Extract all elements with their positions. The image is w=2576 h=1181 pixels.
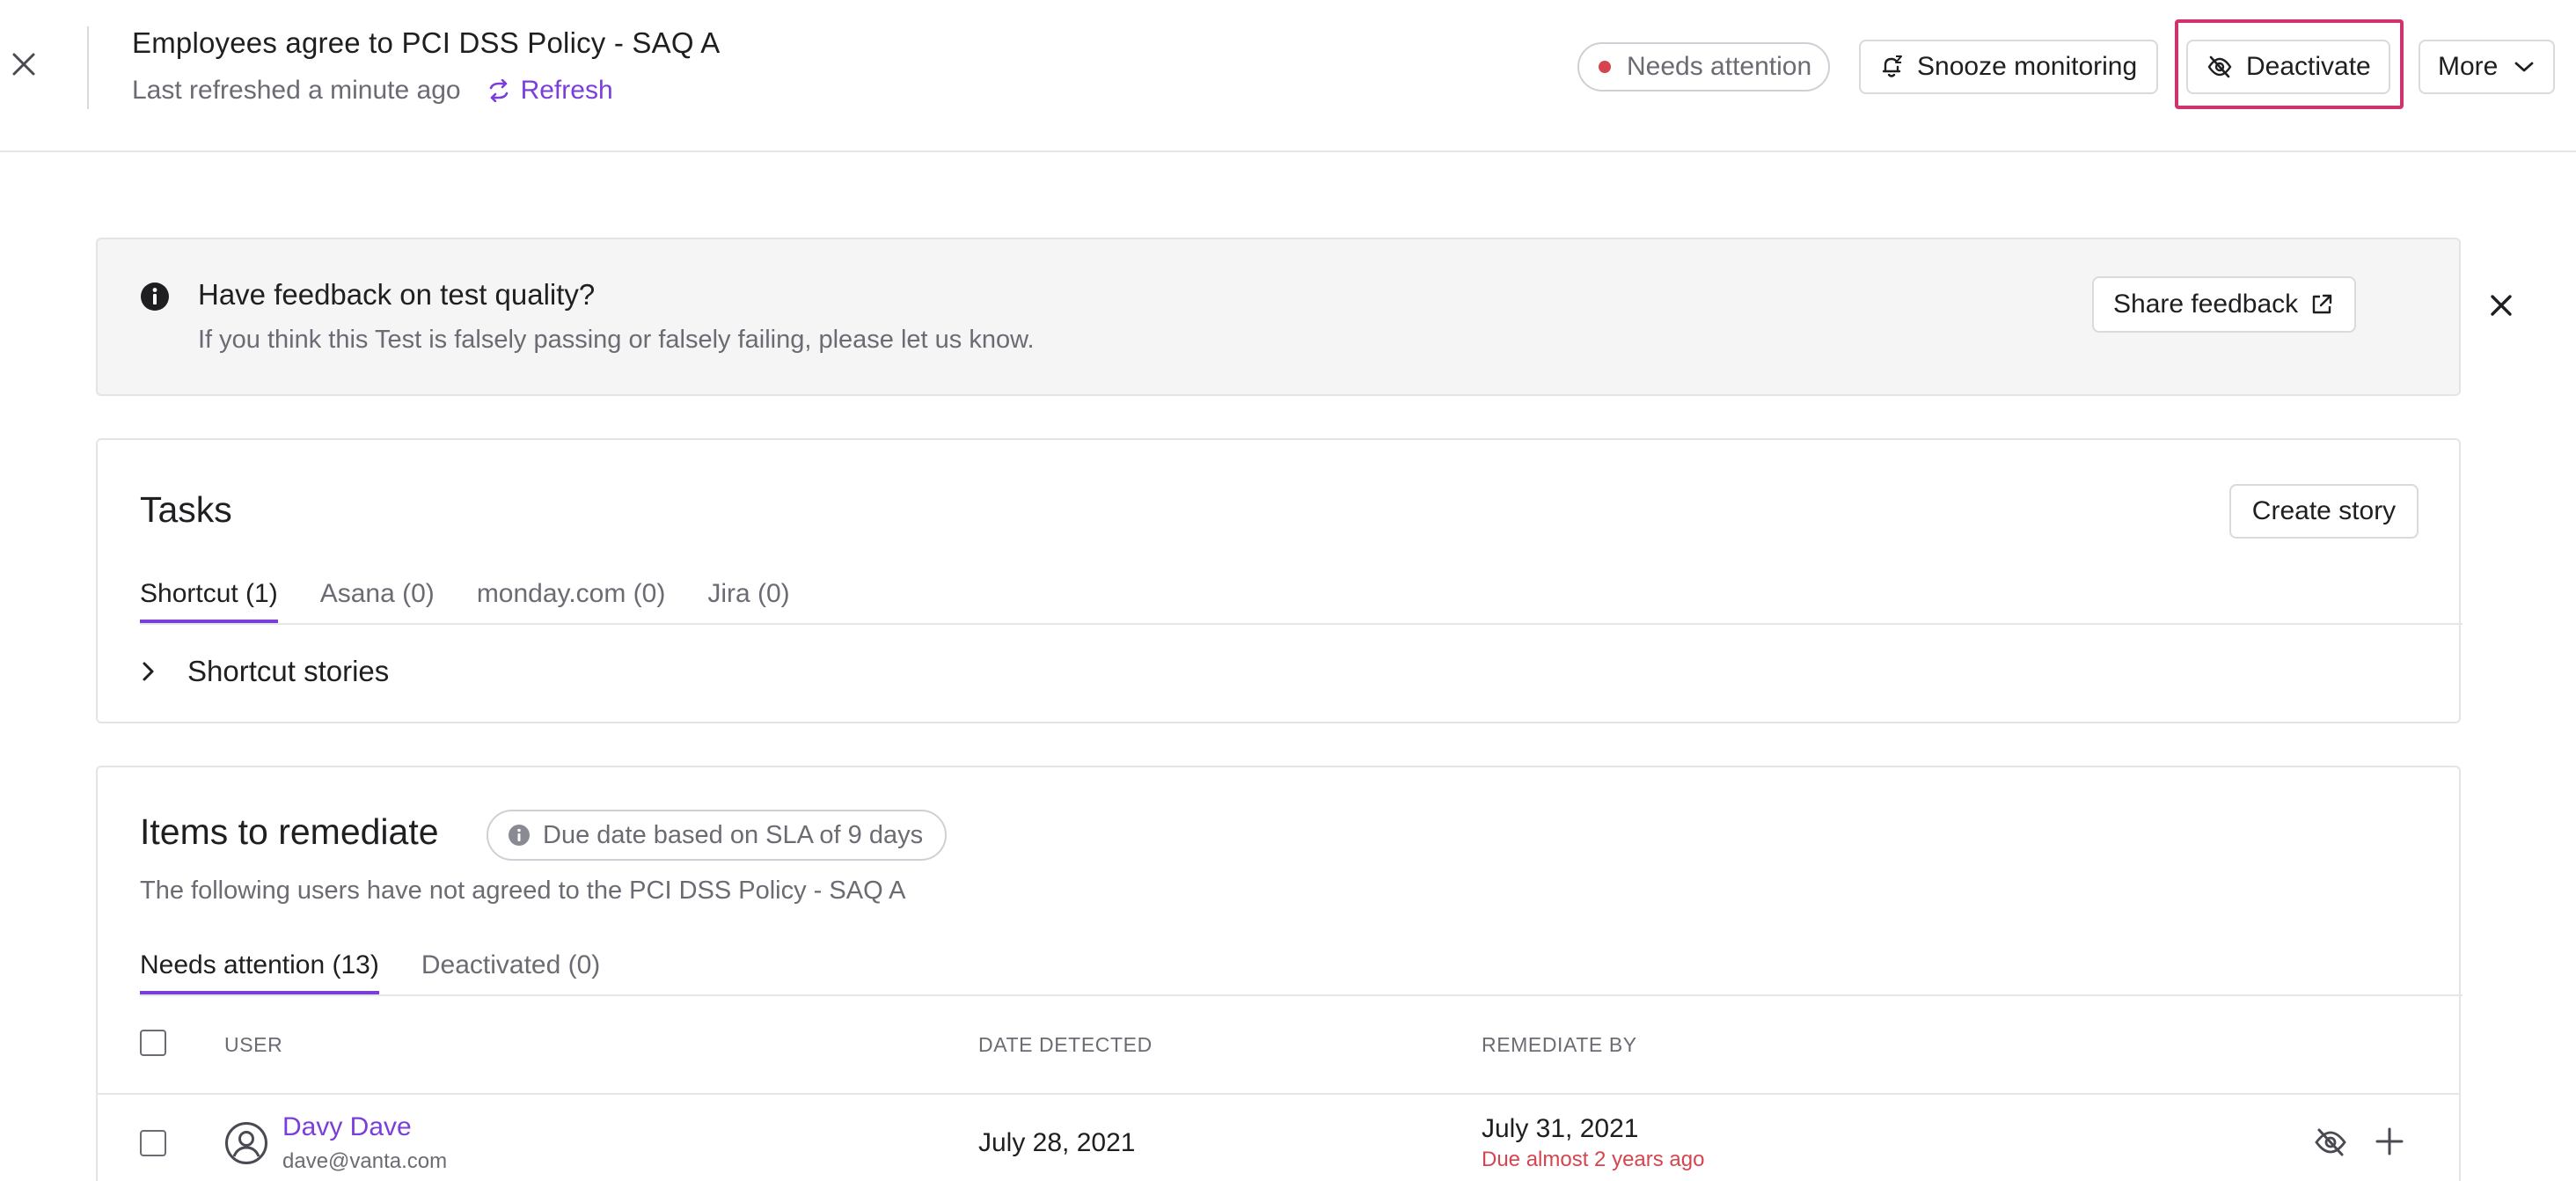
user-circle-icon: [225, 1122, 267, 1164]
share-feedback-button[interactable]: Share feedback: [2092, 276, 2356, 333]
items-title: Items to remediate: [140, 811, 439, 852]
page-header: Employees agree to PCI DSS Policy - SAQ …: [0, 0, 2576, 152]
eye-off-icon: [2207, 55, 2232, 78]
more-menu-button[interactable]: More: [2419, 40, 2555, 94]
tab-needs-attention[interactable]: Needs attention (13): [140, 950, 379, 994]
tab-shortcut[interactable]: Shortcut (1): [140, 579, 278, 623]
tab-asana[interactable]: Asana (0): [320, 579, 435, 623]
last-refreshed-text: Last refreshed a minute ago: [132, 76, 461, 105]
share-feedback-label: Share feedback: [2113, 290, 2299, 319]
info-icon: [509, 825, 530, 846]
banner-title: Have feedback on test quality?: [198, 278, 596, 311]
status-badge: Needs attention: [1577, 42, 1830, 92]
close-icon[interactable]: [2486, 290, 2516, 320]
eye-off-icon: [2315, 1128, 2346, 1156]
more-label: More: [2438, 52, 2499, 81]
header-divider: [87, 26, 89, 109]
shortcut-stories-toggle[interactable]: Shortcut stories: [140, 655, 389, 688]
refresh-row: Last refreshed a minute ago Refresh: [132, 76, 613, 106]
page-title: Employees agree to PCI DSS Policy - SAQ …: [132, 26, 721, 59]
refresh-button[interactable]: Refresh: [487, 76, 613, 106]
chevron-down-icon: [2514, 62, 2534, 72]
deactivate-label: Deactivate: [2246, 52, 2371, 81]
tab-jira[interactable]: Jira (0): [707, 579, 789, 623]
tasks-title: Tasks: [140, 489, 232, 530]
tabs-divider: [140, 994, 2463, 996]
items-to-remediate-card: Items to remediate Due date based on SLA…: [96, 766, 2463, 1181]
column-header-user: USER: [224, 1033, 283, 1056]
deactivate-row-button[interactable]: [2315, 1128, 2346, 1161]
create-story-button[interactable]: Create story: [2229, 484, 2419, 539]
info-icon: [141, 282, 169, 311]
user-email: dave@vanta.com: [282, 1149, 448, 1173]
tasks-tabs: Shortcut (1) Asana (0) monday.com (0) Ji…: [140, 579, 832, 623]
due-note: Due almost 2 years ago: [1482, 1148, 1705, 1171]
table-divider: [98, 1093, 2461, 1095]
bell-snooze-icon: [1882, 55, 1902, 77]
snooze-monitoring-button[interactable]: Snooze monitoring: [1859, 40, 2158, 94]
column-header-remediate-by: REMEDIATE BY: [1482, 1033, 1637, 1056]
items-tabs: Needs attention (13) Deactivated (0): [140, 950, 642, 994]
tabs-divider: [140, 623, 2463, 625]
status-label: Needs attention: [1627, 52, 1812, 81]
tasks-card: Tasks Create story Shortcut (1) Asana (0…: [96, 438, 2463, 723]
snooze-label: Snooze monitoring: [1917, 52, 2138, 81]
refresh-icon: [489, 79, 508, 102]
select-all-checkbox[interactable]: [140, 1030, 166, 1056]
feedback-banner: Have feedback on test quality? If you th…: [96, 238, 2512, 396]
date-detected-cell: July 28, 2021: [978, 1128, 1136, 1157]
remediate-by-cell: July 31, 2021: [1482, 1114, 1639, 1143]
add-task-button[interactable]: [2375, 1126, 2404, 1161]
plus-icon: [2375, 1127, 2404, 1155]
column-header-date-detected: DATE DETECTED: [978, 1033, 1153, 1056]
banner-subtitle: If you think this Test is falsely passin…: [198, 326, 1035, 354]
user-name-link[interactable]: Davy Dave: [282, 1112, 412, 1142]
row-checkbox[interactable]: [140, 1130, 166, 1156]
shortcut-stories-label: Shortcut stories: [187, 655, 390, 687]
tab-monday[interactable]: monday.com (0): [477, 579, 666, 623]
sla-badge: Due date based on SLA of 9 days: [487, 810, 947, 861]
refresh-label: Refresh: [520, 76, 613, 105]
deactivate-button[interactable]: Deactivate: [2186, 40, 2390, 94]
close-icon[interactable]: [9, 49, 39, 79]
tab-deactivated[interactable]: Deactivated (0): [421, 950, 600, 994]
status-dot: [1599, 61, 1611, 73]
sla-label: Due date based on SLA of 9 days: [543, 820, 924, 849]
items-description: The following users have not agreed to t…: [140, 877, 906, 905]
chevron-right-icon: [143, 662, 154, 681]
external-link-icon: [2312, 294, 2332, 314]
